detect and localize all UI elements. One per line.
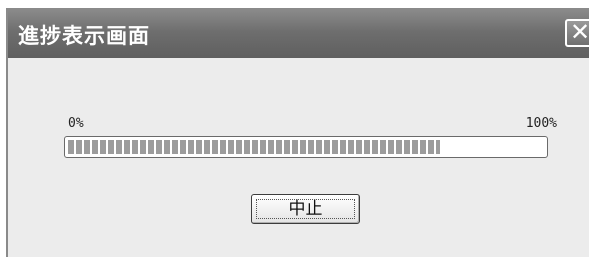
window-title: 進捗表示画面 (18, 24, 150, 48)
abort-button[interactable]: 中止 (251, 194, 360, 224)
progress-bar (64, 136, 548, 158)
progress-min-label: 0% (68, 116, 84, 131)
progress-dialog: 進捗表示画面 ✕ 0% 100% 中止 (6, 8, 589, 257)
progress-max-label: 100% (525, 116, 557, 131)
title-bar[interactable]: 進捗表示画面 ✕ (8, 10, 589, 58)
focus-rectangle (256, 199, 355, 219)
close-icon: ✕ (569, 18, 589, 46)
progress-fill (68, 140, 440, 154)
close-button[interactable]: ✕ (565, 19, 589, 47)
